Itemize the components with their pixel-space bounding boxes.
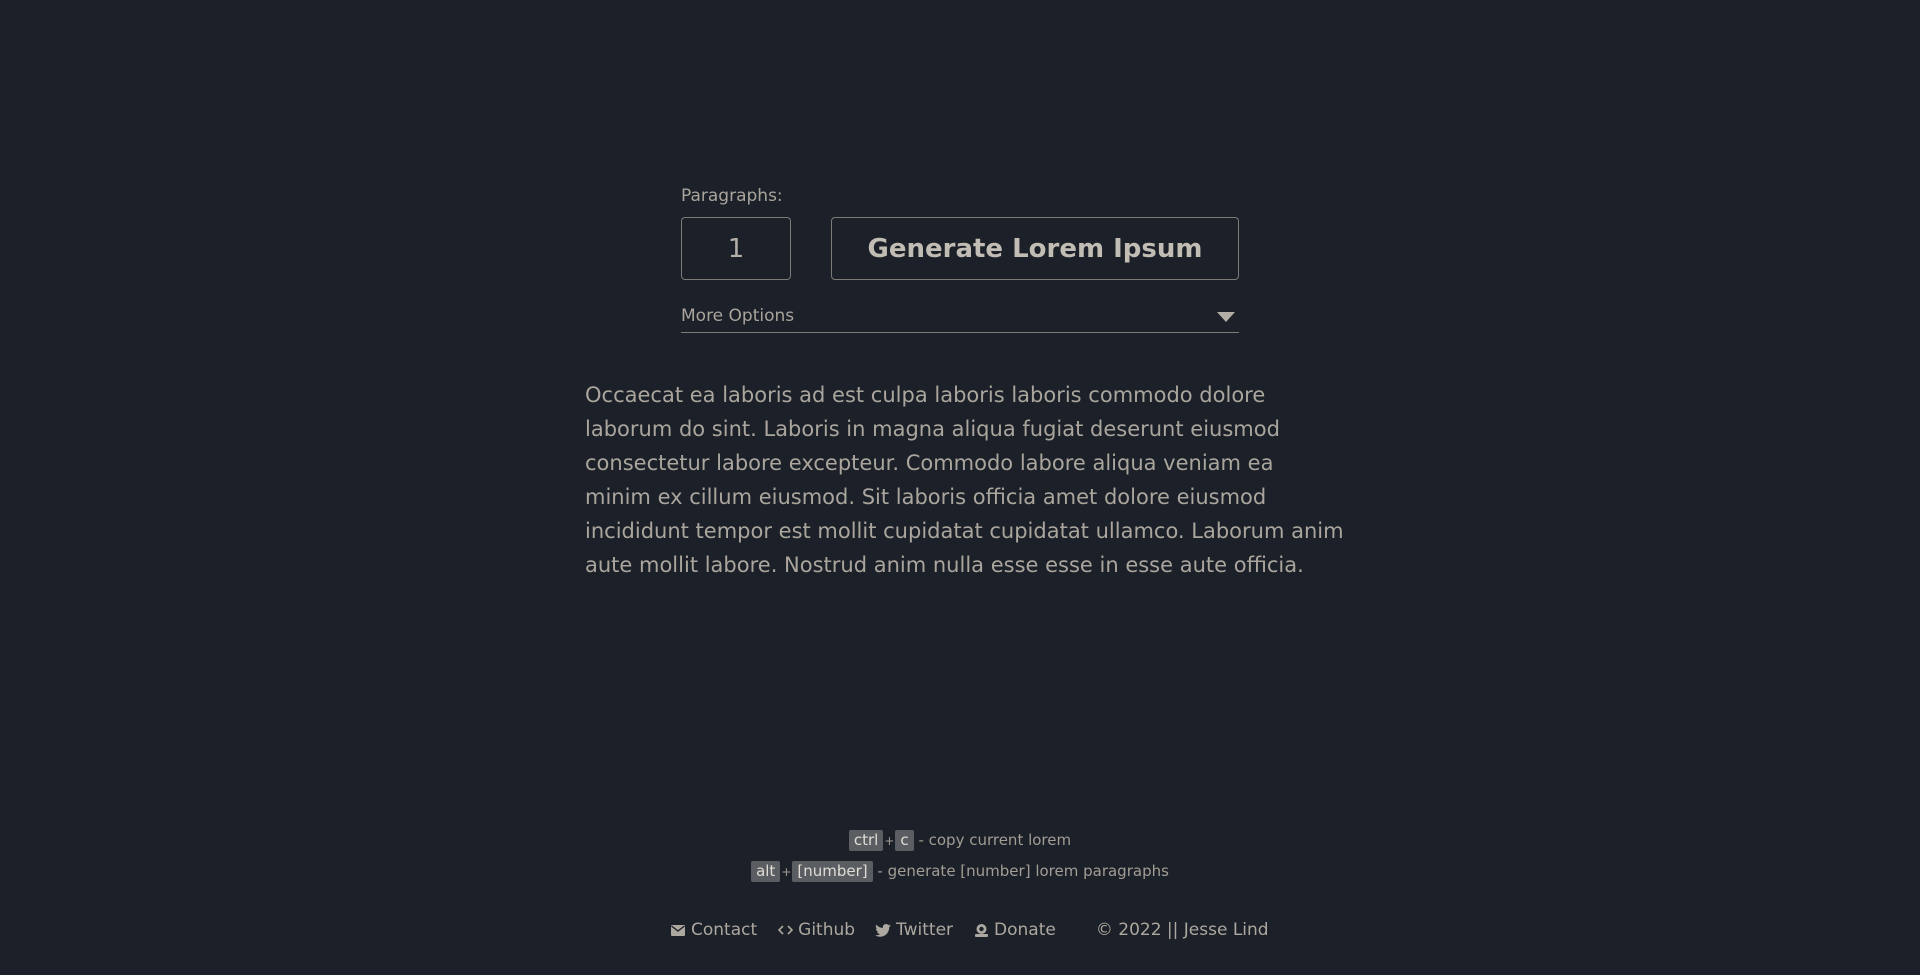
kbd-alt: alt <box>751 861 781 882</box>
generate-button[interactable]: Generate Lorem Ipsum <box>831 217 1239 280</box>
controls-panel: Paragraphs: Generate Lorem Ipsum More Op… <box>681 186 1239 333</box>
envelope-icon <box>670 922 686 938</box>
donate-link[interactable]: Donate <box>973 920 1056 940</box>
contact-label: Contact <box>691 920 758 940</box>
keyboard-shortcuts: ctrl + c - copy current lorem alt + [number]… <box>0 829 1920 891</box>
paragraphs-label: Paragraphs: <box>681 186 783 206</box>
more-options-label: More Options <box>681 306 795 326</box>
code-icon <box>777 922 793 938</box>
shortcut-generate-desc: - generate [number] lorem paragraphs <box>877 862 1169 880</box>
shortcut-copy: ctrl + c - copy current lorem <box>0 829 1920 851</box>
kbd-c: c <box>895 830 914 851</box>
github-label: Github <box>798 920 856 940</box>
more-options-toggle[interactable]: More Options <box>681 306 1239 333</box>
github-link[interactable]: Github <box>777 920 855 940</box>
lorem-output: Occaecat ea laboris ad est culpa laboris… <box>585 383 1344 577</box>
shortcut-generate: alt + [number] - generate [number] lorem p… <box>0 860 1920 882</box>
copyright: © 2022 || Jesse Lind <box>1095 920 1269 940</box>
footer: Contact Github Twitter Donate © 2022 || … <box>670 918 1269 942</box>
twitter-label: Twitter <box>896 920 954 940</box>
plus-sign: + <box>884 834 895 848</box>
paragraphs-input[interactable] <box>681 217 791 280</box>
kbd-number: [number] <box>792 861 873 882</box>
page: Paragraphs: Generate Lorem Ipsum More Op… <box>0 0 1920 975</box>
twitter-bird-icon <box>875 922 891 938</box>
donate-icon <box>973 922 989 938</box>
plus-sign: + <box>781 865 792 879</box>
twitter-link[interactable]: Twitter <box>875 920 953 940</box>
caret-down-icon <box>1217 312 1235 322</box>
kbd-ctrl: ctrl <box>848 830 884 851</box>
controls-row: Generate Lorem Ipsum <box>681 217 1239 280</box>
donate-label: Donate <box>994 920 1056 940</box>
shortcut-copy-desc: - copy current lorem <box>918 831 1072 849</box>
contact-link[interactable]: Contact <box>670 920 757 940</box>
